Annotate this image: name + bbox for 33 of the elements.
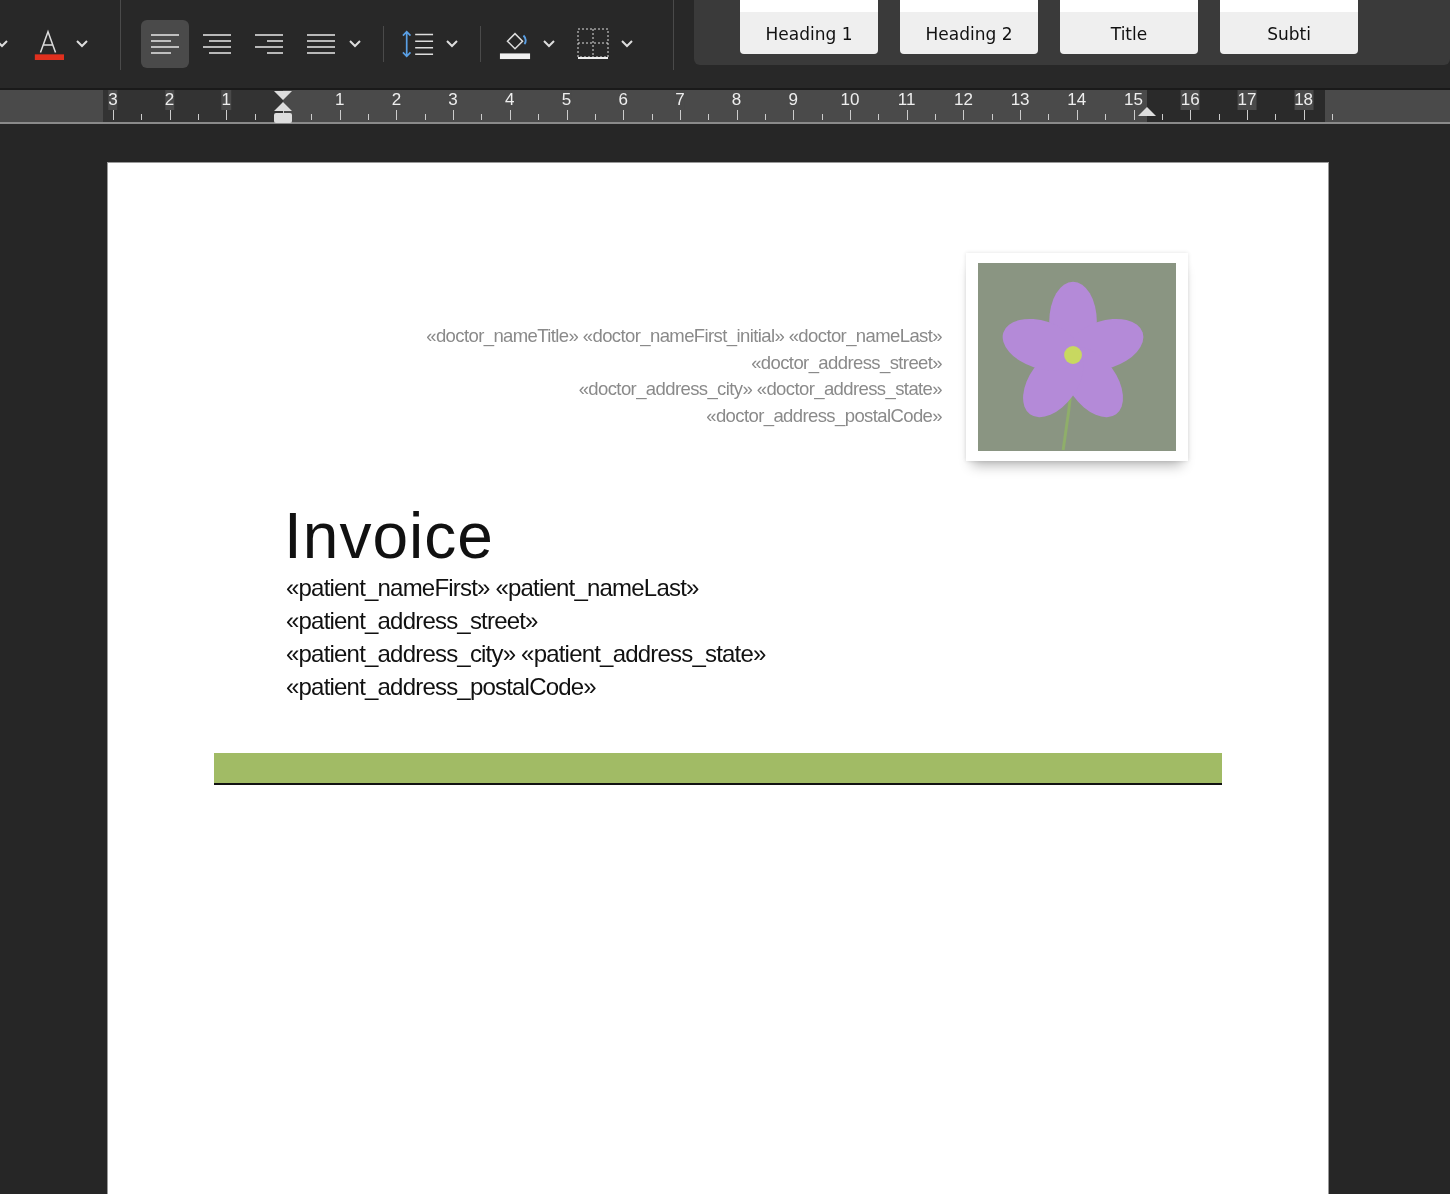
ruler-number: 16 [1180,90,1200,110]
ruler-number: 17 [1237,90,1257,110]
patient-field-line: «patient_nameFirst» «patient_nameLast» [286,573,700,603]
ruler-number: 18 [1294,90,1314,110]
patient-field-line: «patient_address_postalCode» [286,672,597,702]
patient-field-line: «patient_address_street» [286,606,539,636]
style-card[interactable]: Heading 2 [900,0,1038,54]
chevron-down-icon[interactable] [349,40,361,48]
ruler-number: 3 [108,90,118,110]
align-left-icon [151,33,179,55]
line-spacing-icon[interactable] [402,28,434,60]
style-card[interactable]: Heading 1 [740,0,878,54]
right-indent-marker-icon[interactable] [1137,106,1157,118]
chevron-down-icon[interactable] [621,40,633,48]
chevron-down-icon[interactable] [543,40,555,48]
doctor-field-line: «doctor_nameTitle» «doctor_nameFirst_initial» «doctor_nameLast» [426,324,942,349]
font-color-icon[interactable] [32,28,64,60]
doctor-field-line: «doctor_address_city» «doctor_address_state» [577,377,942,402]
ruler-number: 1 [221,90,232,110]
chevron-down-icon[interactable] [76,40,88,48]
doctor-field-line: «doctor_address_street» [750,350,942,376]
chevron-down-icon[interactable] [446,40,458,48]
borders-icon[interactable] [577,28,609,60]
style-card[interactable]: Title [1060,0,1198,54]
align-right-icon [255,33,283,55]
align-center-icon [203,33,231,55]
ruler-number: 2 [164,90,175,110]
style-card[interactable]: Subti [1220,0,1358,54]
align-left-button[interactable] [141,20,189,68]
align-justify-icon [307,33,335,55]
doctor-field-line: «doctor_address_postalCode» [705,403,942,429]
patient-field-line: «patient_address_city» «patient_address_state» [286,639,767,669]
invoice-title: Invoice [284,501,495,571]
